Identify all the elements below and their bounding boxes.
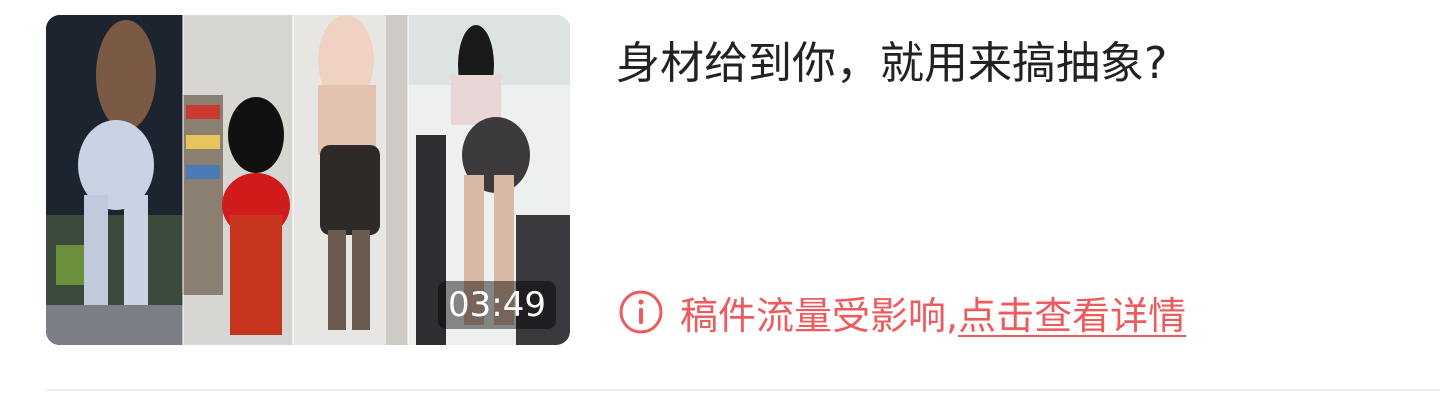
video-list-item[interactable]: 03:49 身材给到你，就用来搞抽象? 稿件流量受影响, 点击查看详情 <box>0 0 1440 401</box>
video-duration-badge: 03:49 <box>438 281 556 329</box>
video-thumbnail[interactable]: 03:49 <box>46 15 570 345</box>
view-details-link[interactable]: 点击查看详情 <box>958 285 1186 340</box>
traffic-warning: 稿件流量受影响, 点击查看详情 <box>618 282 1186 342</box>
traffic-warning-text: 稿件流量受影响, <box>680 293 959 338</box>
divider <box>46 389 1440 391</box>
video-title[interactable]: 身材给到你，就用来搞抽象? <box>616 30 1396 98</box>
info-circle-icon <box>619 290 663 334</box>
